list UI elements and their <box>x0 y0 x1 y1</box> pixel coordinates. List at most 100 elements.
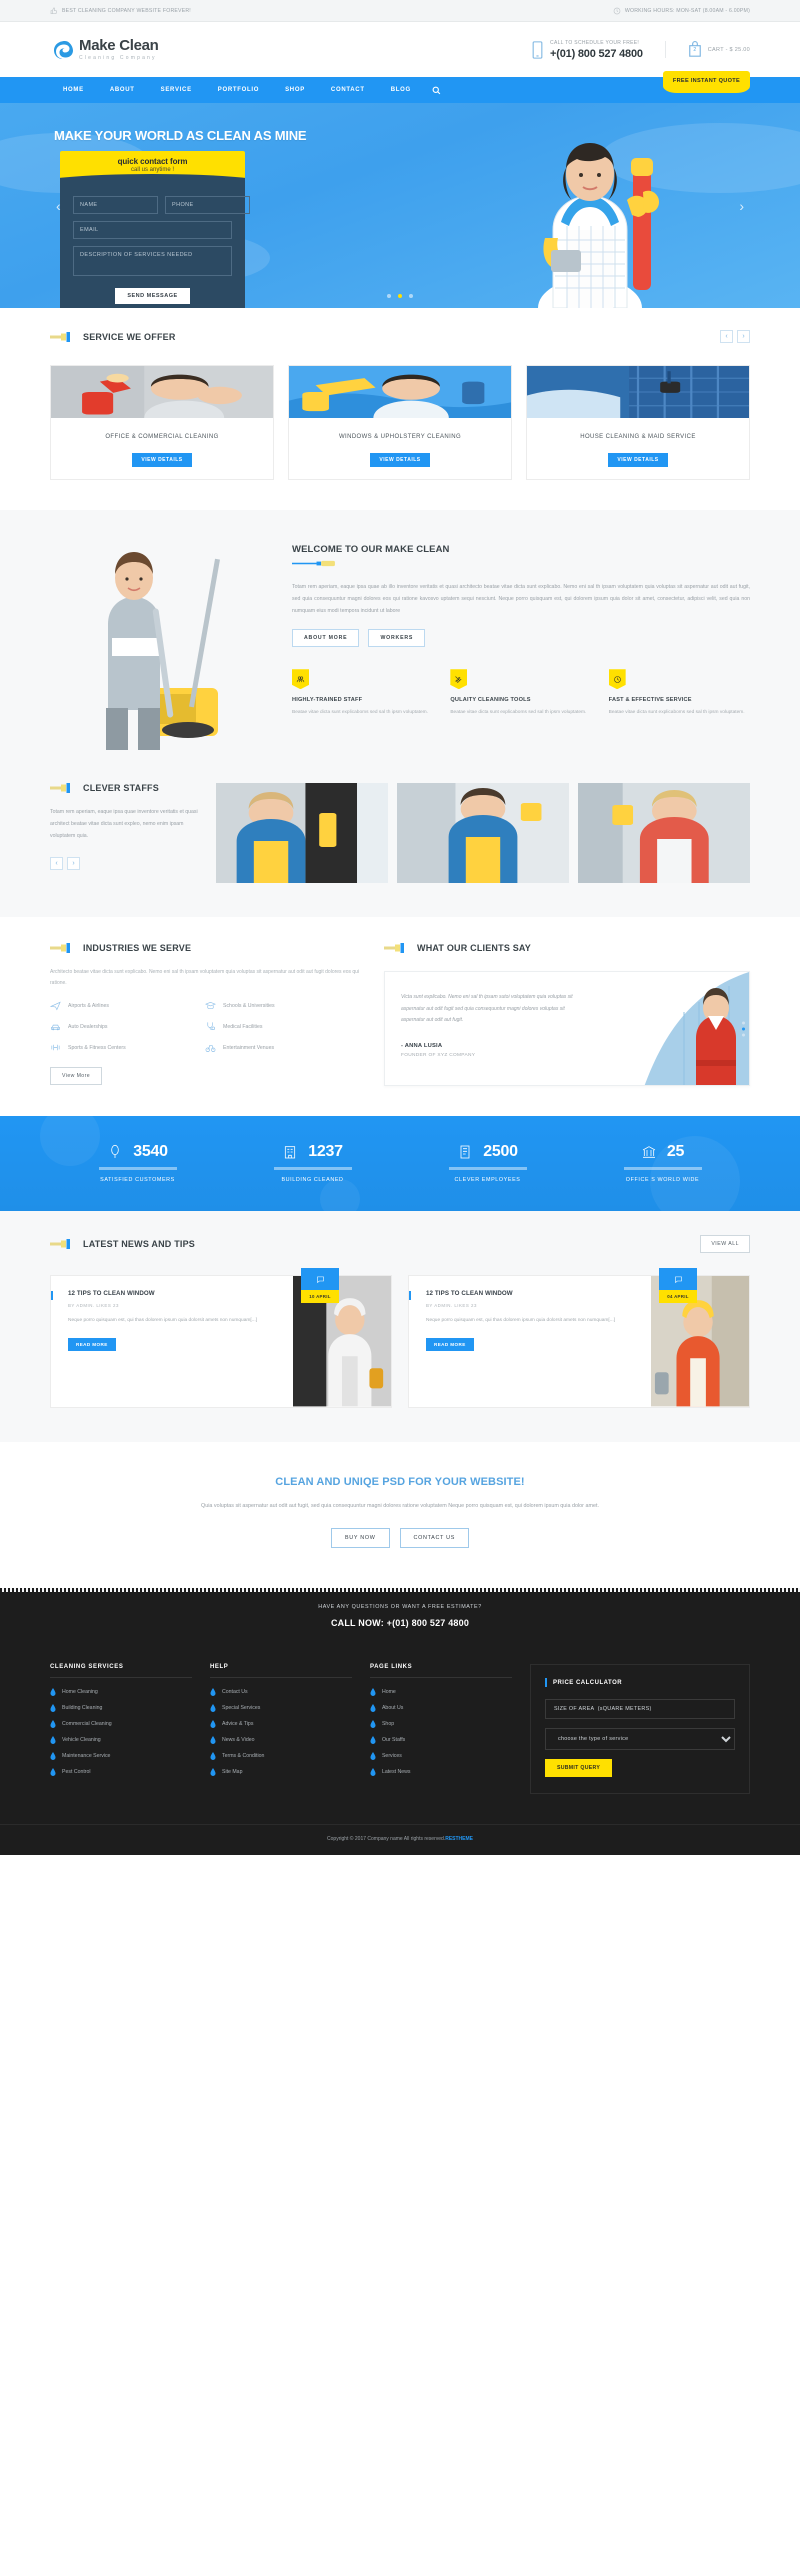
footer-link[interactable]: Home <box>370 1688 512 1696</box>
footer-link[interactable]: Terms & Condition <box>210 1752 352 1760</box>
counter-item: 2500 CLEVER EMPLOYEES <box>400 1142 575 1183</box>
read-more-button[interactable]: READ MORE <box>68 1338 116 1352</box>
contact-us-button[interactable]: CONTACT US <box>399 1528 470 1548</box>
nav-link[interactable]: HOME <box>50 77 97 103</box>
brand-logo[interactable]: Make Clean Cleaning Company <box>50 38 159 62</box>
nav-item-portfolio[interactable]: PORTFOLIO <box>205 77 272 103</box>
footer-link[interactable]: Site Map <box>210 1768 352 1776</box>
brush-icon <box>384 943 404 954</box>
view-all-button[interactable]: VIEW ALL <box>700 1235 750 1254</box>
testimonial-photo <box>624 972 749 1086</box>
submit-query-button[interactable]: SUBMIT QUERY <box>544 1759 613 1777</box>
footer-link-label: Terms & Condition <box>221 1753 265 1759</box>
hero-dot-active[interactable] <box>398 294 402 298</box>
testimonial-dot-active[interactable] <box>742 1027 745 1031</box>
email-input[interactable] <box>73 221 232 239</box>
footer-link[interactable]: News & Video <box>210 1736 352 1744</box>
hero-dot[interactable] <box>409 294 414 298</box>
header-phone-block[interactable]: CALL TO SCHEDULE YOUR FREE! +(01) 800 52… <box>531 40 665 60</box>
footer-link[interactable]: Home Cleaning <box>50 1688 192 1696</box>
view-details-button[interactable]: VIEW DETAILS <box>370 453 430 468</box>
nav-link[interactable]: SERVICE <box>148 77 205 103</box>
nav-item-service[interactable]: SERVICE <box>148 77 205 103</box>
service-card-title: HOUSE CLEANING & MAID SERVICE <box>580 434 696 440</box>
industry-item[interactable]: Schools & Universities <box>205 1000 360 1011</box>
water-drop-icon <box>50 1736 56 1744</box>
testimonial-heading: WHAT OUR CLIENTS SAY <box>384 943 750 954</box>
hero-next-arrow[interactable]: › <box>739 198 744 214</box>
free-instant-quote-button[interactable]: FREE INSTANT QUOTE <box>662 71 750 93</box>
testimonial-dot[interactable] <box>742 1033 745 1037</box>
industry-item[interactable]: Medical Facilities <box>205 1021 360 1032</box>
nav-link[interactable]: BLOG <box>378 77 424 103</box>
services-next-button[interactable]: › <box>737 330 750 343</box>
footer-link[interactable]: Vehicle Cleaning <box>50 1736 192 1744</box>
footer-link[interactable]: Latest News <box>370 1768 512 1776</box>
footer-link[interactable]: Contact Us <box>210 1688 352 1696</box>
nav-link[interactable]: PORTFOLIO <box>205 77 272 103</box>
phone-input[interactable] <box>165 196 250 214</box>
nav-item-home[interactable]: HOME <box>50 77 97 103</box>
industry-label: Medical Facilities <box>223 1023 263 1030</box>
service-type-select[interactable]: choose the type of serviceHome CleaningO… <box>544 1728 736 1750</box>
cart-block[interactable]: 2 CART - $ 25.00 <box>664 41 750 58</box>
view-details-button[interactable]: VIEW DETAILS <box>132 453 192 468</box>
industry-item[interactable]: Airports & Airlines <box>50 1000 205 1011</box>
footer-link[interactable]: Advice & Tips <box>210 1720 352 1728</box>
service-card[interactable]: OFFICE & COMMERCIAL CLEANING VIEW DETAILS <box>50 365 274 481</box>
industry-item[interactable]: Sports & Fitness Centers <box>50 1042 205 1053</box>
footer-link[interactable]: About Us <box>370 1704 512 1712</box>
about-more-button[interactable]: ABOUT MORE <box>292 629 360 648</box>
services-prev-button[interactable]: ‹ <box>720 330 733 343</box>
view-details-button[interactable]: VIEW DETAILS <box>608 453 668 468</box>
service-card[interactable]: HOUSE CLEANING & MAID SERVICE VIEW DETAIL… <box>526 365 750 481</box>
service-card[interactable]: WINDOWS & UPHOLSTERY CLEANING VIEW DETAIL… <box>288 365 512 481</box>
footer-link[interactable]: Special Services <box>210 1704 352 1712</box>
nav-item-blog[interactable]: BLOG <box>378 77 424 103</box>
footer-link[interactable]: Building Cleaning <box>50 1704 192 1712</box>
footer-link-label: About Us <box>381 1705 404 1711</box>
footer-link[interactable]: Our Staffs <box>370 1736 512 1744</box>
hero-dot[interactable] <box>386 294 391 298</box>
buy-now-button[interactable]: BUY NOW <box>330 1528 390 1548</box>
description-textarea[interactable] <box>73 246 232 276</box>
news-section: LATEST NEWS AND TIPS VIEW ALL 12 TIPS TO… <box>0 1211 800 1442</box>
post-date-badge: 10 APRIL <box>301 1268 339 1304</box>
workers-button[interactable]: WORKERS <box>368 629 426 648</box>
staffs-next-button[interactable]: › <box>67 857 80 871</box>
footer-link[interactable]: Shop <box>370 1720 512 1728</box>
counter-bar <box>273 1167 352 1171</box>
testimonial-author: - ANNA LUSIA <box>401 1042 443 1049</box>
industry-item[interactable]: Auto Dealerships <box>50 1021 205 1032</box>
nav-item-contact[interactable]: CONTACT <box>318 77 378 103</box>
top-bar: BEST CLEANING COMPANY WEBSITE FOREVER! W… <box>0 0 800 22</box>
news-post[interactable]: 12 TIPS TO CLEAN WINDOW BY ADMIN. LIKES 2… <box>408 1268 750 1408</box>
footer-link[interactable]: Pest Control <box>50 1768 192 1776</box>
industry-label: Auto Dealerships <box>68 1023 108 1030</box>
industry-label: Schools & Universities <box>223 1002 275 1009</box>
industry-item[interactable]: Entertainment Venues <box>205 1042 360 1053</box>
search-icon[interactable] <box>432 86 441 95</box>
testimonial-dot[interactable] <box>742 1021 745 1025</box>
name-input[interactable] <box>73 196 158 214</box>
nav-link[interactable]: SHOP <box>272 77 318 103</box>
industries-paragraph: Architecto beatae vitae dicta sunt expli… <box>50 969 360 986</box>
nav-item-about[interactable]: ABOUT <box>97 77 148 103</box>
area-size-input[interactable] <box>544 1699 736 1719</box>
nav-link[interactable]: CONTACT <box>318 77 378 103</box>
hero-prev-arrow[interactable]: ‹ <box>56 198 61 214</box>
services-arrows: ‹ › <box>720 330 750 343</box>
copyright-bar: Copyright © 2017 Company name All rights… <box>0 1824 800 1855</box>
staffs-prev-button[interactable]: ‹ <box>50 857 63 871</box>
copyright-brand[interactable]: RESTHEME <box>445 1836 473 1842</box>
footer-call-banner: HAVE ANY QUESTIONS OR WANT A FREE ESTIMA… <box>0 1588 800 1642</box>
footer-link[interactable]: Commercial Cleaning <box>50 1720 192 1728</box>
nav-link[interactable]: ABOUT <box>97 77 148 103</box>
read-more-button[interactable]: READ MORE <box>426 1338 474 1352</box>
feature-text: Beatae vitae dicta sunt explicaboms sed … <box>450 710 587 716</box>
news-post[interactable]: 12 TIPS TO CLEAN WINDOW BY ADMIN. LIKES 2… <box>50 1268 392 1408</box>
footer-link[interactable]: Services <box>370 1752 512 1760</box>
nav-item-shop[interactable]: SHOP <box>272 77 318 103</box>
view-more-button[interactable]: View More <box>50 1067 103 1086</box>
footer-link[interactable]: Maintenance Service <box>50 1752 192 1760</box>
